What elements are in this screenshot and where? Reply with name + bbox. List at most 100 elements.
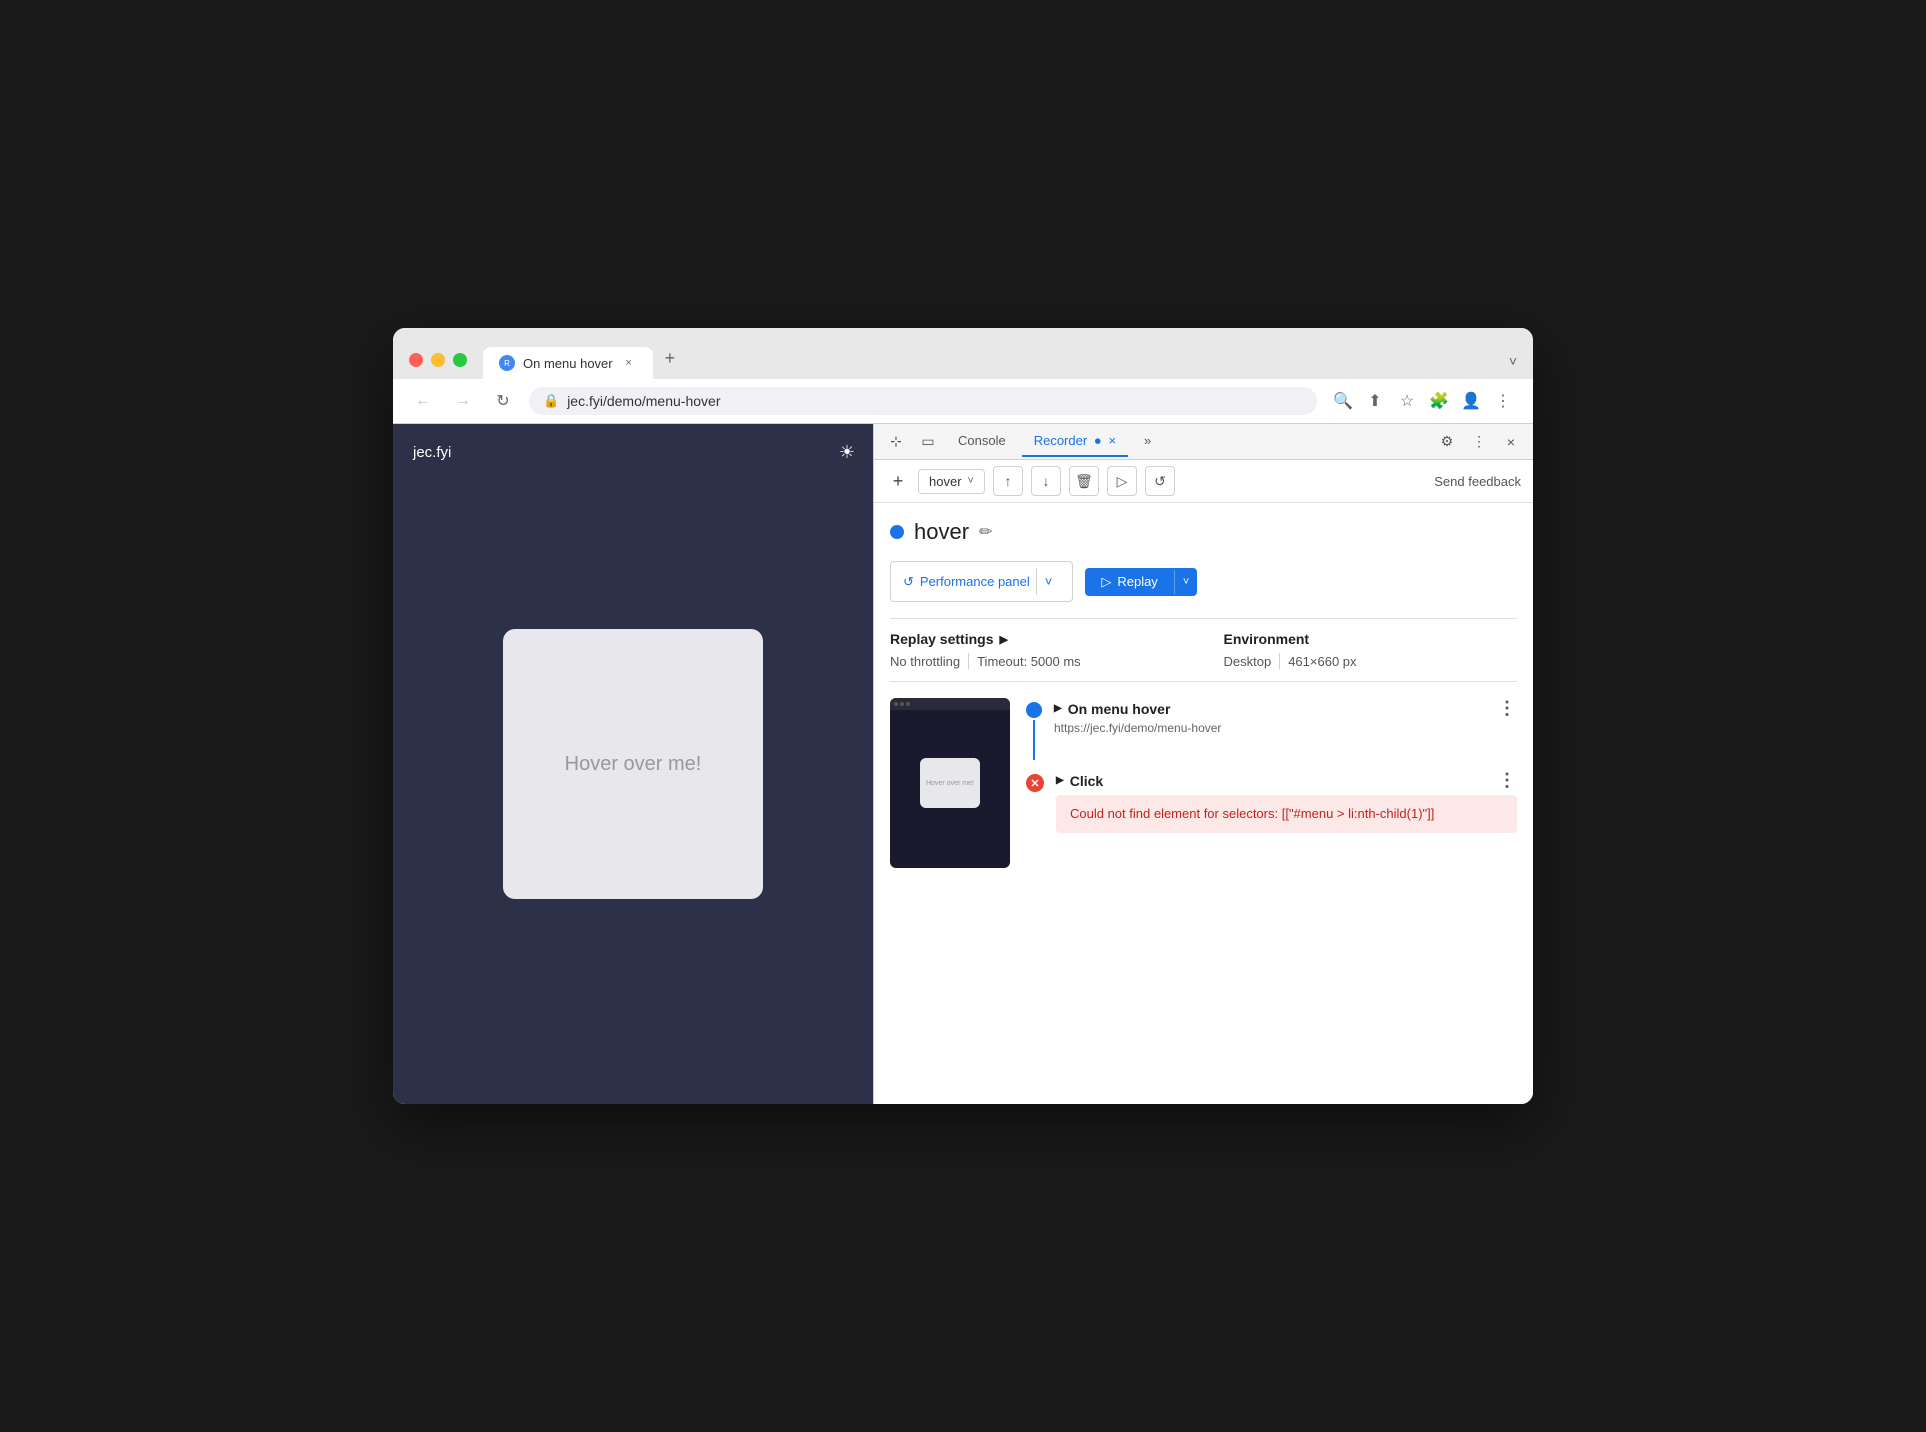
profile-icon[interactable]: 👤	[1457, 387, 1485, 415]
env-type-label: Desktop	[1224, 654, 1272, 669]
tab-dropdown-button[interactable]: ˅	[1509, 353, 1517, 379]
recording-selector[interactable]: hover ˅	[918, 469, 985, 494]
new-tab-button[interactable]: +	[657, 340, 684, 379]
perf-panel-icon: ↺	[903, 574, 914, 590]
recorder-close-icon[interactable]: ×	[1108, 433, 1116, 448]
page-logo: jec.fyi	[413, 444, 451, 461]
extensions-icon[interactable]: 🧩	[1425, 387, 1453, 415]
recording-content: hover ✏ ↺ Performance panel ˅ ▷ Replay	[874, 503, 1533, 1104]
page-content: jec.fyi ☀ Hover over me!	[393, 424, 873, 1104]
devtools-tab-bar: ⊹ ▭ Console Recorder ⏺ × » ⚙ ⋮ ×	[874, 424, 1533, 460]
url-text: jec.fyi/demo/menu-hover	[567, 393, 720, 409]
settings-row: Replay settings ▶ No throttling Timeout:…	[890, 631, 1517, 669]
step-click-content: ▶ Click ⋮ Could not find element for sel…	[1056, 770, 1517, 833]
slow-replay-button[interactable]: ↺	[1145, 466, 1175, 496]
error-box: Could not find element for selectors: [[…	[1056, 795, 1517, 833]
import-button[interactable]: ↓	[1031, 466, 1061, 496]
throttling-label: No throttling	[890, 654, 960, 669]
back-button[interactable]: ←	[409, 387, 437, 415]
settings-divider	[968, 653, 969, 669]
step-click-title: ▶ Click ⋮	[1056, 770, 1517, 791]
traffic-light-yellow[interactable]	[431, 353, 445, 367]
traffic-lights	[409, 353, 483, 379]
step-line	[1033, 720, 1035, 760]
replay-label: Replay	[1117, 574, 1157, 589]
url-bar[interactable]: 🔒 jec.fyi/demo/menu-hover	[529, 387, 1317, 415]
step-click-label: Click	[1070, 773, 1103, 789]
replay-button[interactable]: ▷ Replay ˅	[1085, 568, 1197, 596]
performance-panel-button[interactable]: ↺ Performance panel ˅	[890, 561, 1073, 602]
step-click: ✕ ▶ Click ⋮ Could not find element for s…	[1026, 770, 1517, 833]
replay-settings-title[interactable]: Replay settings ▶	[890, 631, 1184, 647]
traffic-light-red[interactable]	[409, 353, 423, 367]
devtools-close-button[interactable]: ×	[1497, 428, 1525, 456]
thumb-bar	[890, 698, 1010, 710]
browser-toolbar: 🔍 ⬆ ☆ 🧩 👤 ⋮	[1329, 387, 1517, 415]
address-bar: ← → ↻ 🔒 jec.fyi/demo/menu-hover 🔍 ⬆ ☆ 🧩 …	[393, 379, 1533, 424]
main-area: jec.fyi ☀ Hover over me! ⊹ ▭ Console Rec…	[393, 424, 1533, 1104]
step-navigate-label: On menu hover	[1068, 701, 1171, 717]
step-click-more-icon[interactable]: ⋮	[1498, 770, 1517, 791]
forward-button[interactable]: →	[449, 387, 477, 415]
edit-name-icon[interactable]: ✏	[979, 522, 992, 542]
send-feedback-link[interactable]: Send feedback	[1434, 474, 1521, 489]
devtools-more-icon[interactable]: ⋮	[1465, 428, 1493, 456]
thumb-dot	[894, 702, 898, 706]
search-icon[interactable]: 🔍	[1329, 387, 1357, 415]
tab-recorder[interactable]: Recorder ⏺ ×	[1022, 427, 1128, 457]
timeout-label: Timeout: 5000 ms	[977, 654, 1081, 669]
delete-button[interactable]: 🗑	[1069, 466, 1099, 496]
recording-name: hover	[914, 519, 969, 545]
steps-section: Hover over me! ▶	[890, 698, 1517, 868]
brightness-icon[interactable]: ☀	[839, 442, 855, 463]
step-navigate-url: https://jec.fyi/demo/menu-hover	[1054, 721, 1517, 735]
hover-card[interactable]: Hover over me!	[503, 629, 763, 899]
cursor-icon[interactable]: ⊹	[882, 428, 910, 456]
env-divider	[1279, 653, 1280, 669]
devtools-panel: ⊹ ▭ Console Recorder ⏺ × » ⚙ ⋮ × + hover…	[873, 424, 1533, 1104]
settings-section: Replay settings ▶ No throttling Timeout:…	[890, 618, 1517, 682]
share-icon[interactable]: ⬆	[1361, 387, 1389, 415]
step-navigate-title: ▶ On menu hover ⋮	[1054, 698, 1517, 719]
lock-icon: 🔒	[543, 393, 559, 409]
environment-title: Environment	[1224, 631, 1518, 647]
tab-close-button[interactable]: ×	[621, 355, 637, 371]
step-navigate-content: ▶ On menu hover ⋮ https://jec.fyi/demo/m…	[1054, 698, 1517, 739]
selector-dropdown-icon: ˅	[968, 475, 974, 487]
step-status-dot-red: ✕	[1026, 774, 1044, 792]
recorder-icon: ⏺	[1095, 434, 1101, 448]
replay-dropdown-icon[interactable]: ˅	[1174, 570, 1197, 594]
perf-panel-dropdown-icon[interactable]: ˅	[1036, 568, 1061, 595]
traffic-light-green[interactable]	[453, 353, 467, 367]
replay-main[interactable]: ▷ Replay	[1085, 568, 1173, 596]
export-button[interactable]: ↑	[993, 466, 1023, 496]
browser-window: R On menu hover × + ˅ ← → ↻ 🔒 jec.fyi/de…	[393, 328, 1533, 1104]
tab-title: On menu hover	[523, 356, 613, 371]
step-navigate: ▶ On menu hover ⋮ https://jec.fyi/demo/m…	[1026, 698, 1517, 762]
add-recording-button[interactable]: +	[886, 469, 910, 493]
devtools-settings-icon[interactable]: ⚙	[1433, 428, 1461, 456]
environment-col: Environment Desktop 461×660 px	[1224, 631, 1518, 669]
panel-toggle-icon[interactable]: ▭	[914, 428, 942, 456]
more-icon[interactable]: ⋮	[1489, 387, 1517, 415]
replay-settings-details: No throttling Timeout: 5000 ms	[890, 653, 1184, 669]
title-bar: R On menu hover × + ˅	[393, 328, 1533, 379]
env-size-label: 461×660 px	[1288, 654, 1356, 669]
replay-icon: ▷	[1101, 574, 1111, 590]
step-replay-button[interactable]: ▷	[1107, 466, 1137, 496]
bookmark-icon[interactable]: ☆	[1393, 387, 1421, 415]
reload-button[interactable]: ↻	[489, 387, 517, 415]
thumb-dot	[906, 702, 910, 706]
tab-console[interactable]: Console	[946, 427, 1018, 456]
steps-list: ▶ On menu hover ⋮ https://jec.fyi/demo/m…	[1026, 698, 1517, 868]
step-click-expand-icon[interactable]: ▶	[1056, 775, 1064, 786]
devtools-action-bar: + hover ˅ ↑ ↓ 🗑 ▷ ↺ Send feedback	[874, 460, 1533, 503]
active-tab[interactable]: R On menu hover ×	[483, 347, 653, 379]
step-status-dot-blue	[1026, 702, 1042, 718]
step-navigate-more-icon[interactable]: ⋮	[1498, 698, 1517, 719]
step-connector	[1026, 698, 1042, 762]
more-tabs-button[interactable]: »	[1132, 427, 1163, 456]
step-expand-icon[interactable]: ▶	[1054, 703, 1062, 714]
environment-details: Desktop 461×660 px	[1224, 653, 1518, 669]
step-click-connector: ✕	[1026, 770, 1044, 792]
